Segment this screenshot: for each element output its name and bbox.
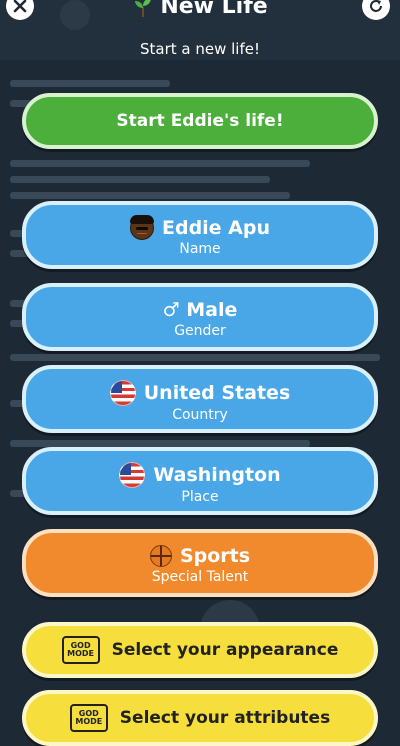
select-appearance-label: Select your appearance [111, 640, 339, 660]
us-flag-icon [119, 462, 146, 488]
basketball-icon [149, 545, 172, 567]
talent-option-button[interactable]: Sports Special Talent [22, 529, 378, 597]
page-title-text: New Life [160, 0, 268, 19]
face-emoji-icon [129, 215, 154, 240]
gender-caption: Gender [174, 323, 226, 339]
country-value: United States [143, 382, 291, 404]
place-caption: Place [181, 489, 219, 505]
god-mode-icon: GOD MODE [61, 636, 100, 664]
page-subtitle: Start a new life! [140, 40, 260, 58]
sprout-icon [135, 0, 151, 17]
name-option-button[interactable]: Eddie Apu Name [22, 201, 378, 269]
start-life-button[interactable]: Start Eddie's life! [22, 93, 378, 149]
country-caption: Country [172, 407, 228, 423]
place-value: Washington [153, 464, 281, 486]
gender-option-button[interactable]: ♂ Male Gender [22, 283, 378, 351]
place-option-button[interactable]: Washington Place [22, 447, 378, 515]
select-attributes-label: Select your attributes [119, 708, 331, 728]
talent-caption: Special Talent [151, 569, 249, 585]
start-life-label: Start Eddie's life! [116, 111, 284, 131]
name-caption: Name [179, 241, 221, 257]
title-container: New Life [0, 0, 400, 22]
country-option-button[interactable]: United States Country [22, 365, 378, 433]
gender-value: ♂ Male [162, 299, 238, 321]
select-appearance-button[interactable]: GOD MODE Select your appearance [22, 622, 378, 678]
us-flag-icon [109, 380, 136, 406]
page-title: New Life [132, 0, 268, 19]
talent-value: Sports [179, 545, 251, 567]
select-attributes-button[interactable]: GOD MODE Select your attributes [22, 690, 378, 746]
name-value: Eddie Apu [161, 217, 271, 239]
